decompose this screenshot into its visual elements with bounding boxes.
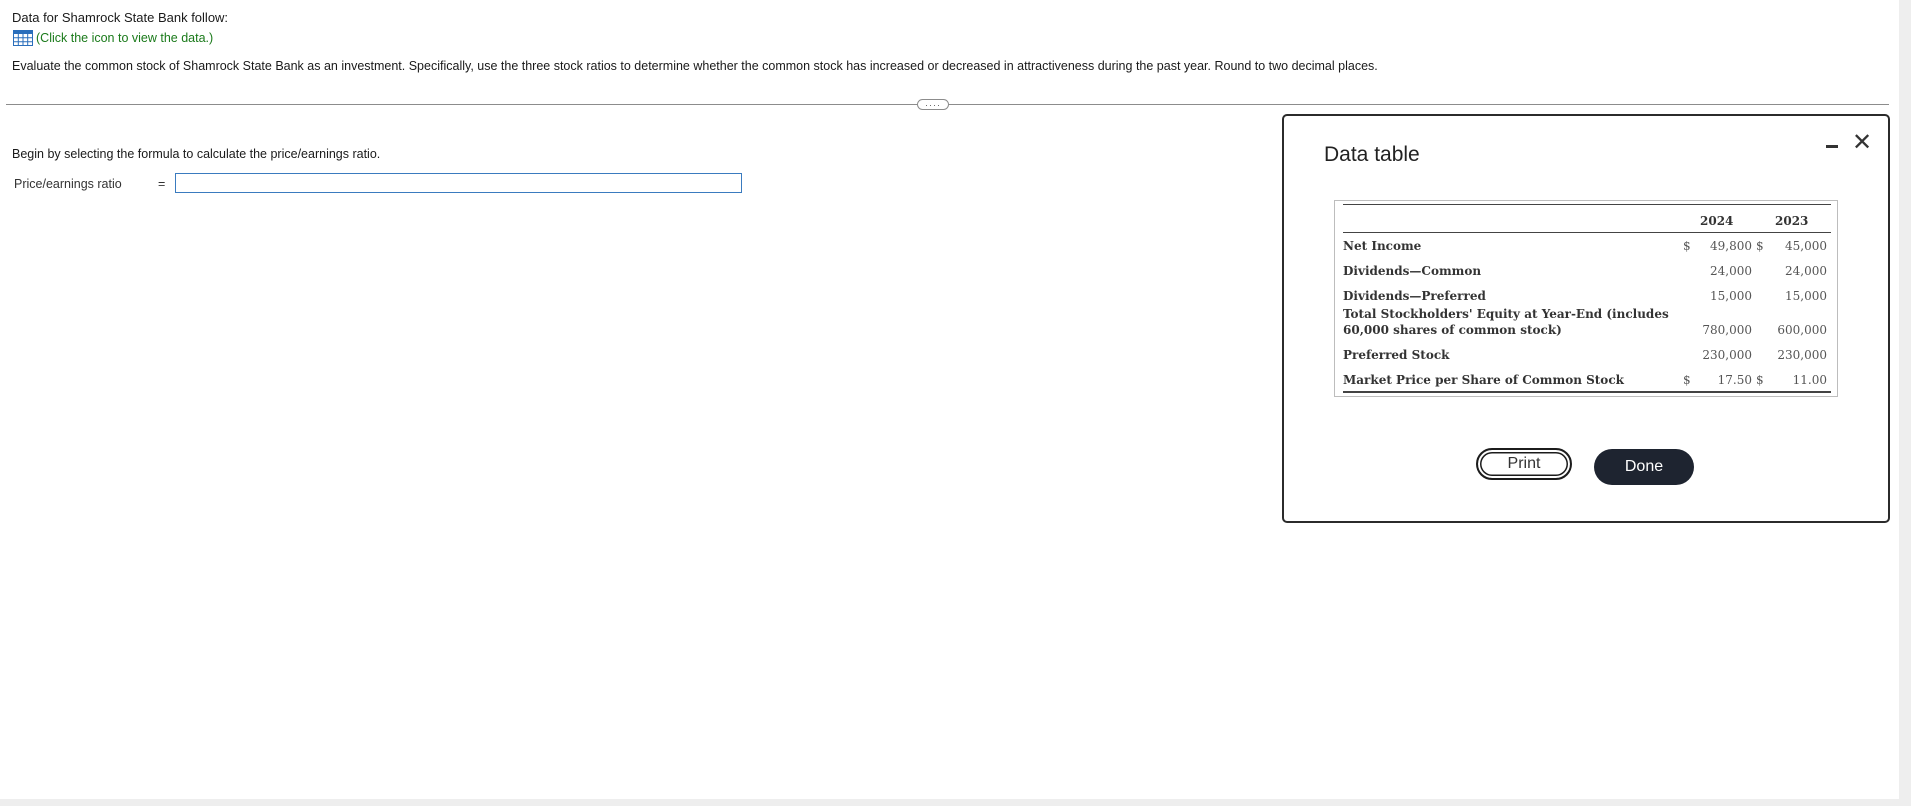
row-label-dividends-preferred: Dividends—Preferred [1343, 289, 1486, 303]
print-button[interactable]: Print [1476, 448, 1572, 480]
divider-handle[interactable]: ···· [917, 99, 949, 110]
market-price-2023: 11.00 [1792, 373, 1827, 387]
price-earnings-formula-input[interactable] [175, 173, 742, 193]
equals-sign: = [158, 177, 166, 191]
year-header-2024: 2024 [1700, 214, 1734, 228]
close-icon: ✕ [1852, 129, 1873, 156]
close-button[interactable]: ✕ [1852, 131, 1872, 155]
table-icon[interactable] [13, 30, 33, 46]
dividends-preferred-2024: 15,000 [1710, 289, 1752, 303]
row-label-total-equity: Total Stockholders' Equity at Year-End (… [1343, 307, 1669, 321]
preferred-stock-2024: 230,000 [1702, 348, 1752, 362]
dividends-common-2023: 24,000 [1785, 264, 1827, 278]
net-income-2024: 49,800 [1710, 239, 1752, 253]
dialog-title: Data table [1324, 143, 1420, 166]
instruction-text: Begin by selecting the formula to calcul… [12, 147, 381, 161]
total-equity-2023: 600,000 [1777, 323, 1827, 337]
row-label-net-income: Net Income [1343, 239, 1422, 253]
dividends-preferred-2023: 15,000 [1785, 289, 1827, 303]
dollar-sign: $ [1756, 239, 1764, 253]
view-data-link[interactable]: (Click the icon to view the data.) [13, 30, 213, 46]
view-data-link-text[interactable]: (Click the icon to view the data.) [36, 31, 213, 45]
vertical-scrollbar[interactable] [1899, 0, 1911, 806]
row-label-total-equity-line2: 60,000 shares of common stock) [1343, 323, 1562, 337]
preferred-stock-2023: 230,000 [1777, 348, 1827, 362]
table-bottom-rule [1343, 391, 1831, 393]
row-label-market-price: Market Price per Share of Common Stock [1343, 373, 1624, 387]
question-prompt: Evaluate the common stock of Shamrock St… [12, 59, 1378, 73]
horizontal-scrollbar[interactable] [0, 799, 1911, 806]
data-table-dialog: Data table ✕ 2024 2023 Net Income $ 49,8… [1282, 114, 1890, 523]
row-label-preferred-stock: Preferred Stock [1343, 348, 1450, 362]
price-earnings-label: Price/earnings ratio [14, 177, 122, 191]
table-top-rule [1343, 204, 1831, 205]
dollar-sign: $ [1756, 373, 1764, 387]
market-price-2024: 17.50 [1717, 373, 1752, 387]
done-button[interactable]: Done [1594, 449, 1694, 485]
table-header-rule [1343, 232, 1831, 233]
year-header-2023: 2023 [1775, 214, 1809, 228]
intro-text: Data for Shamrock State Bank follow: [12, 10, 229, 25]
total-equity-2024: 780,000 [1702, 323, 1752, 337]
minimize-button[interactable] [1824, 138, 1840, 154]
row-label-dividends-common: Dividends—Common [1343, 264, 1482, 278]
net-income-2023: 45,000 [1785, 239, 1827, 253]
dividends-common-2024: 24,000 [1710, 264, 1752, 278]
minus-icon [1826, 145, 1838, 148]
data-table: 2024 2023 Net Income $ 49,800 $ 45,000 D… [1334, 200, 1838, 397]
